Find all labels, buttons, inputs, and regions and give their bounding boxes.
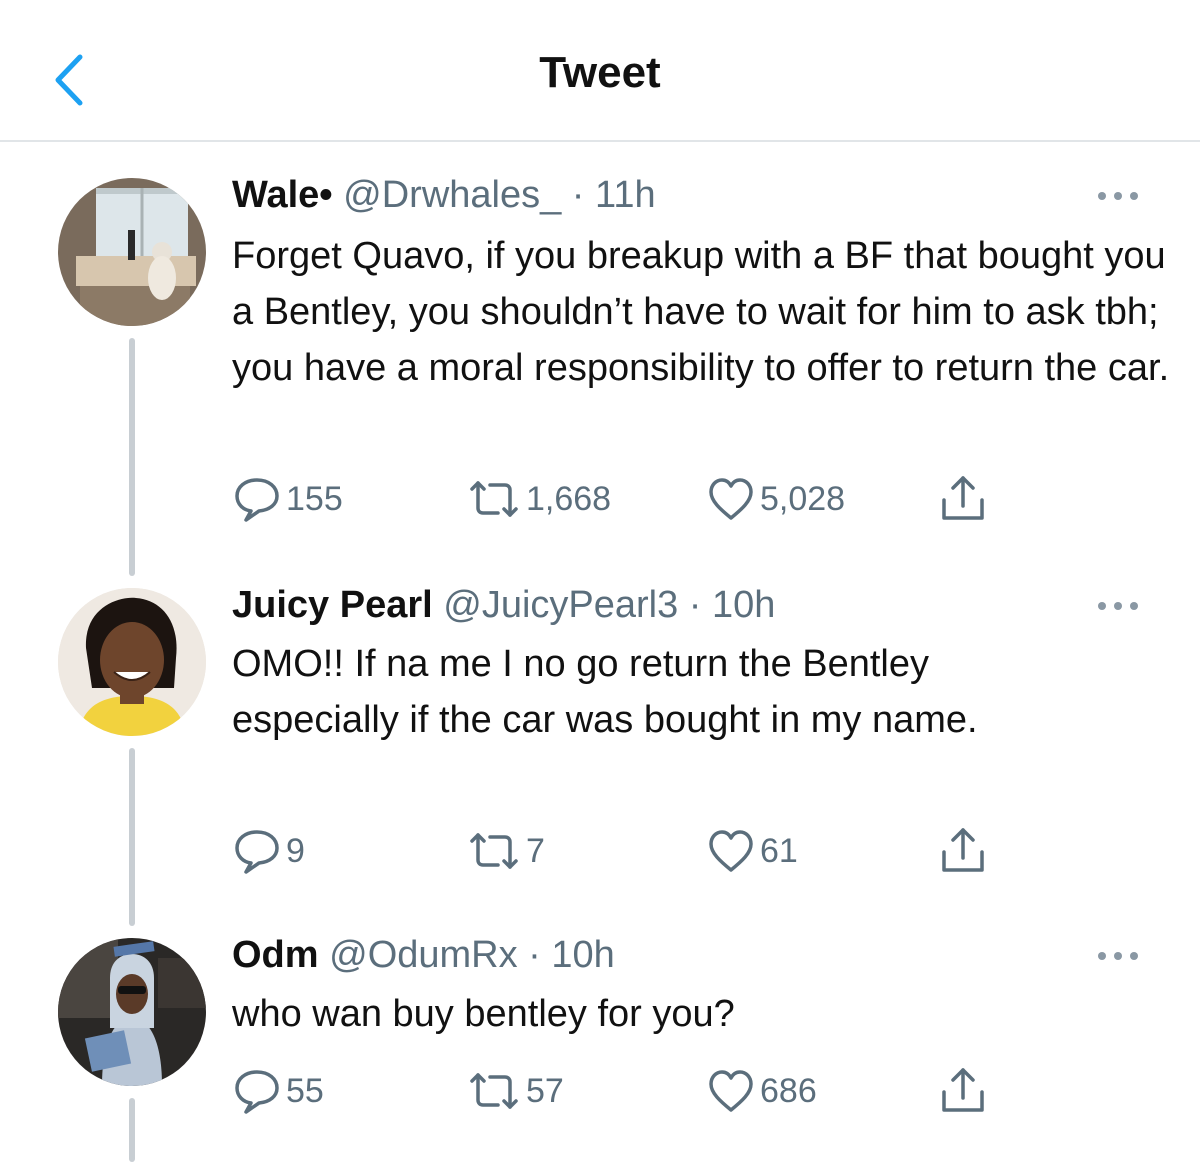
heart-icon[interactable] bbox=[706, 826, 756, 876]
username-handle[interactable]: @OdumRx bbox=[329, 934, 518, 976]
thread-connector bbox=[129, 338, 135, 576]
retweet-count: 57 bbox=[526, 1071, 564, 1110]
tweet-header: Odm @OdumRx · 10h bbox=[232, 934, 615, 977]
retweet-count: 7 bbox=[526, 831, 545, 870]
reply-count: 155 bbox=[286, 479, 343, 518]
more-options-button[interactable] bbox=[1096, 948, 1140, 964]
like-button[interactable]: 61 bbox=[706, 826, 798, 876]
like-button[interactable]: 686 bbox=[706, 1066, 817, 1116]
username-handle[interactable]: @JuicyPearl3 bbox=[443, 584, 678, 626]
display-name[interactable]: Odm bbox=[232, 934, 319, 976]
more-dots-icon[interactable] bbox=[1096, 948, 1140, 964]
more-options-button[interactable] bbox=[1096, 598, 1140, 614]
reply-bubble-icon[interactable] bbox=[232, 474, 282, 524]
retweet-button[interactable]: 1,668 bbox=[466, 474, 611, 524]
like-count: 61 bbox=[760, 831, 798, 870]
retweet-count: 1,668 bbox=[526, 479, 612, 518]
share-button[interactable] bbox=[938, 1066, 988, 1116]
avatar[interactable] bbox=[58, 178, 206, 326]
more-dots-icon[interactable] bbox=[1096, 598, 1140, 614]
share-icon[interactable] bbox=[938, 826, 988, 876]
timestamp[interactable]: 11h bbox=[595, 174, 656, 216]
top-bar: Tweet bbox=[0, 0, 1200, 142]
more-dots-icon[interactable] bbox=[1096, 188, 1140, 204]
separator-dot: · bbox=[678, 584, 713, 626]
like-count: 5,028 bbox=[760, 479, 846, 518]
tweet-text: who wan buy bentley for you? bbox=[232, 993, 735, 1035]
like-count: 686 bbox=[760, 1071, 817, 1110]
tweet-header: Wale• @Drwhales_ · 11h bbox=[232, 174, 656, 217]
avatar[interactable] bbox=[58, 588, 206, 736]
reply-button[interactable]: 9 bbox=[232, 826, 305, 876]
like-button[interactable]: 5,028 bbox=[706, 474, 845, 524]
retweet-button[interactable]: 7 bbox=[466, 826, 545, 876]
avatar[interactable] bbox=[58, 938, 206, 1086]
thread-connector bbox=[129, 748, 135, 926]
reply-count: 55 bbox=[286, 1071, 324, 1110]
more-options-button[interactable] bbox=[1096, 188, 1140, 204]
display-name[interactable]: Wale bbox=[232, 174, 319, 216]
share-icon[interactable] bbox=[938, 474, 988, 524]
timestamp[interactable]: 10h bbox=[712, 584, 775, 626]
reply-button[interactable]: 155 bbox=[232, 474, 343, 524]
display-name[interactable]: Juicy Pearl bbox=[232, 584, 433, 626]
separator-dot: · bbox=[561, 174, 596, 216]
retweet-icon[interactable] bbox=[466, 474, 522, 524]
thread-connector bbox=[129, 1098, 135, 1162]
share-button[interactable] bbox=[938, 826, 988, 876]
reply-count: 9 bbox=[286, 831, 305, 870]
reply-button[interactable]: 55 bbox=[232, 1066, 324, 1116]
reply-bubble-icon[interactable] bbox=[232, 1066, 282, 1116]
page-title: Tweet bbox=[539, 48, 661, 97]
tweet-text: Forget Quavo, if you breakup with a BF t… bbox=[232, 235, 1170, 389]
share-button[interactable] bbox=[938, 474, 988, 524]
timestamp[interactable]: 10h bbox=[551, 934, 614, 976]
separator-dot: · bbox=[517, 934, 552, 976]
heart-icon[interactable] bbox=[706, 474, 756, 524]
share-icon[interactable] bbox=[938, 1066, 988, 1116]
reply-bubble-icon[interactable] bbox=[232, 826, 282, 876]
tweet-text: OMO!! If na me I no go return the Bentle… bbox=[232, 643, 978, 741]
tweet-header: Juicy Pearl @JuicyPearl3 · 10h bbox=[232, 584, 775, 627]
retweet-icon[interactable] bbox=[466, 826, 522, 876]
name-bullet: • bbox=[319, 174, 333, 216]
heart-icon[interactable] bbox=[706, 1066, 756, 1116]
username-handle[interactable]: @Drwhales_ bbox=[343, 174, 561, 216]
retweet-icon[interactable] bbox=[466, 1066, 522, 1116]
retweet-button[interactable]: 57 bbox=[466, 1066, 564, 1116]
